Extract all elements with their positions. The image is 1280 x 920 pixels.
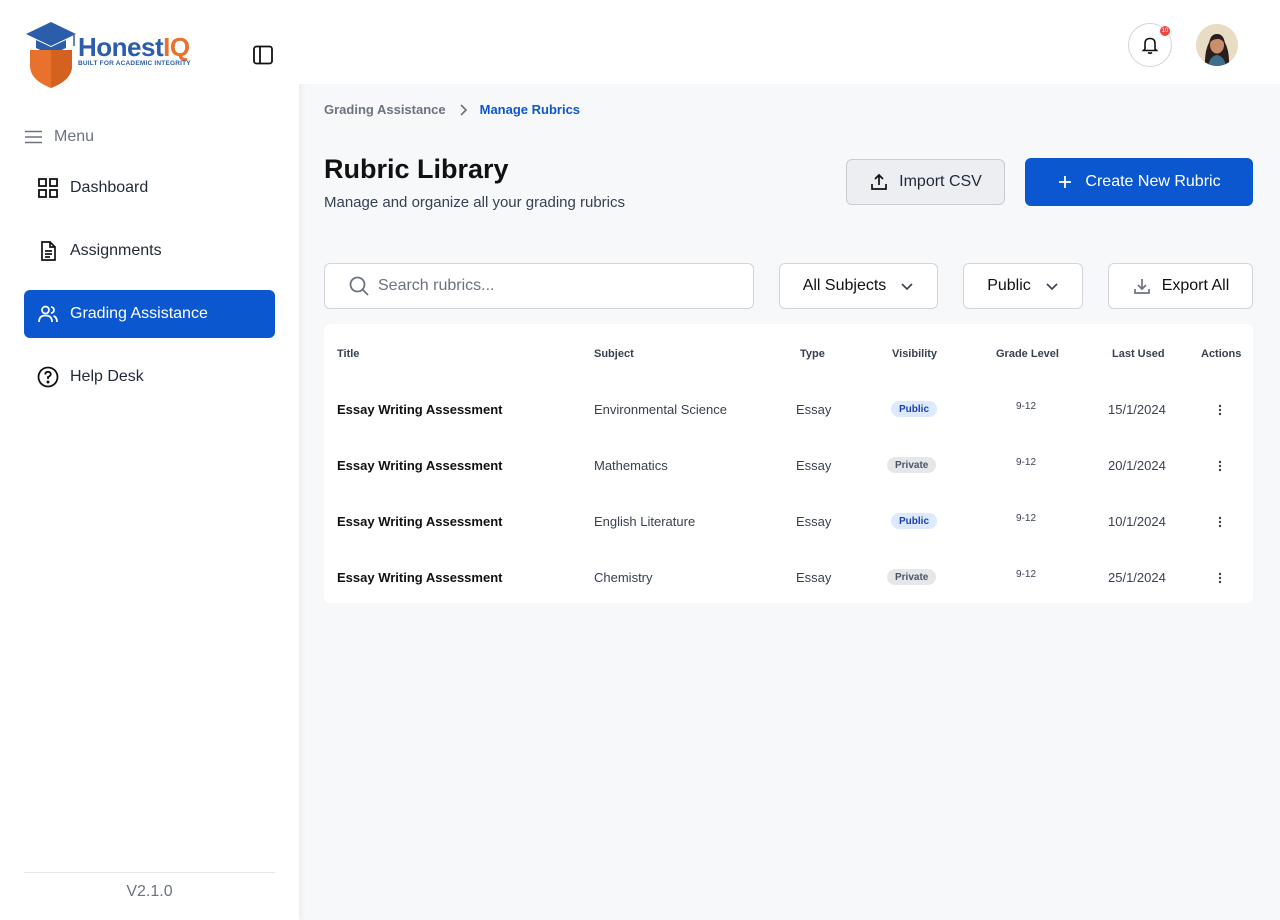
visibility-select-value: Public bbox=[987, 277, 1031, 294]
table-row[interactable]: Essay Writing Assessment Environmental S… bbox=[324, 382, 1253, 438]
chevron-right-icon bbox=[460, 103, 467, 116]
column-header-visibility[interactable]: Visibility bbox=[892, 348, 937, 360]
visibility-badge: Private bbox=[887, 457, 937, 473]
notification-button[interactable]: 10 bbox=[1128, 23, 1172, 67]
table-row[interactable]: Essay Writing Assessment English Literat… bbox=[324, 494, 1253, 550]
sidebar-nav: Dashboard Assignments Grading Assistance… bbox=[24, 164, 275, 416]
row-grade-level: 9-12 bbox=[1016, 513, 1037, 524]
sidebar-item-label: Assignments bbox=[70, 242, 162, 259]
breadcrumb-parent-link[interactable]: Grading Assistance bbox=[324, 102, 446, 117]
row-title: Essay Writing Assessment bbox=[337, 514, 503, 529]
row-last-used: 10/1/2024 bbox=[1108, 514, 1166, 529]
row-subject: Mathematics bbox=[594, 458, 668, 473]
chevron-down-icon bbox=[901, 283, 913, 291]
column-header-last-used[interactable]: Last Used bbox=[1112, 348, 1165, 360]
grid-icon bbox=[38, 178, 58, 198]
row-title: Essay Writing Assessment bbox=[337, 458, 503, 473]
brand-tagline: BUILT FOR ACADEMIC INTEGRITY bbox=[78, 60, 191, 67]
visibility-badge: Private bbox=[887, 569, 937, 585]
menu-label: Menu bbox=[24, 128, 94, 146]
brand-name-suffix: IQ bbox=[163, 32, 190, 62]
brand-name: HonestIQ bbox=[78, 32, 190, 62]
row-last-used: 15/1/2024 bbox=[1108, 402, 1166, 417]
create-rubric-button[interactable]: Create New Rubric bbox=[1025, 158, 1253, 206]
bell-icon bbox=[1141, 37, 1159, 55]
column-header-actions: Actions bbox=[1201, 348, 1242, 360]
search-box[interactable] bbox=[324, 263, 754, 309]
more-actions-icon[interactable] bbox=[1210, 456, 1230, 476]
row-title: Essay Writing Assessment bbox=[337, 570, 503, 585]
user-avatar-icon bbox=[1196, 24, 1238, 66]
brand-logo[interactable]: HonestIQ BUILT FOR ACADEMIC INTEGRITY bbox=[24, 20, 204, 92]
column-header-title[interactable]: Title bbox=[337, 348, 359, 360]
export-all-label: Export All bbox=[1161, 277, 1230, 294]
page-title: Rubric Library bbox=[324, 154, 509, 184]
version-label: V2.1.0 bbox=[126, 883, 173, 900]
hamburger-icon bbox=[25, 130, 42, 144]
search-input[interactable] bbox=[378, 277, 738, 295]
chevron-down-icon bbox=[1046, 283, 1058, 291]
row-type: Essay bbox=[796, 514, 832, 529]
table-row[interactable]: Essay Writing Assessment Chemistry Essay… bbox=[324, 550, 1253, 606]
row-subject: English Literature bbox=[594, 514, 696, 529]
sidebar-item-label: Help Desk bbox=[70, 368, 144, 385]
row-subject: Chemistry bbox=[594, 570, 653, 585]
create-rubric-label: Create New Rubric bbox=[1085, 173, 1221, 190]
column-header-subject[interactable]: Subject bbox=[594, 348, 634, 360]
plus-icon bbox=[1059, 176, 1072, 188]
graduation-shield-icon bbox=[26, 22, 76, 88]
notification-badge: 10 bbox=[1159, 25, 1171, 37]
upload-icon bbox=[871, 173, 888, 190]
breadcrumb: Grading Assistance Manage Rubrics bbox=[324, 102, 580, 117]
page-subtitle: Manage and organize all your grading rub… bbox=[324, 194, 626, 211]
document-icon bbox=[41, 241, 56, 261]
search-icon bbox=[349, 276, 369, 296]
visibility-badge: Public bbox=[891, 401, 938, 417]
more-actions-icon[interactable] bbox=[1210, 568, 1230, 588]
sidebar-item-assignments[interactable]: Assignments bbox=[24, 227, 275, 275]
row-type: Essay bbox=[796, 458, 832, 473]
row-subject: Environmental Science bbox=[594, 402, 727, 417]
import-csv-label: Import CSV bbox=[899, 173, 982, 190]
menu-label-text: Menu bbox=[54, 128, 95, 145]
table-row[interactable]: Essay Writing Assessment Mathematics Ess… bbox=[324, 438, 1253, 494]
sidebar-item-label: Dashboard bbox=[70, 179, 149, 196]
import-csv-button[interactable]: Import CSV bbox=[846, 159, 1005, 205]
sidebar-toggle-icon[interactable] bbox=[252, 44, 274, 66]
sidebar-item-help-desk[interactable]: Help Desk bbox=[24, 353, 275, 401]
row-grade-level: 9-12 bbox=[1016, 569, 1037, 580]
row-grade-level: 9-12 bbox=[1016, 401, 1037, 412]
sidebar: HonestIQ BUILT FOR ACADEMIC INTEGRITY Me… bbox=[0, 0, 299, 920]
row-type: Essay bbox=[796, 402, 832, 417]
sidebar-item-label: Grading Assistance bbox=[70, 305, 208, 322]
divider bbox=[24, 872, 275, 873]
breadcrumb-current[interactable]: Manage Rubrics bbox=[480, 102, 580, 117]
topbar: 10 bbox=[299, 0, 1280, 84]
row-last-used: 25/1/2024 bbox=[1108, 570, 1166, 585]
visibility-badge: Public bbox=[891, 513, 938, 529]
visibility-select[interactable]: Public bbox=[963, 263, 1083, 309]
column-header-grade-level[interactable]: Grade Level bbox=[996, 348, 1059, 360]
users-icon bbox=[38, 305, 58, 323]
more-actions-icon[interactable] bbox=[1210, 400, 1230, 420]
help-circle-icon bbox=[37, 366, 59, 388]
avatar[interactable] bbox=[1196, 24, 1238, 66]
subject-select-value: All Subjects bbox=[802, 277, 887, 294]
subject-select[interactable]: All Subjects bbox=[779, 263, 938, 309]
row-title: Essay Writing Assessment bbox=[337, 402, 503, 417]
download-icon bbox=[1133, 279, 1150, 294]
export-all-button[interactable]: Export All bbox=[1108, 263, 1253, 309]
column-header-type[interactable]: Type bbox=[800, 348, 825, 360]
sidebar-item-dashboard[interactable]: Dashboard bbox=[24, 164, 275, 212]
row-type: Essay bbox=[796, 570, 832, 585]
sidebar-item-grading-assistance[interactable]: Grading Assistance bbox=[24, 290, 275, 338]
rubrics-table: Title Subject Type Visibility Grade Leve… bbox=[324, 324, 1253, 603]
row-grade-level: 9-12 bbox=[1016, 457, 1037, 468]
row-last-used: 20/1/2024 bbox=[1108, 458, 1166, 473]
more-actions-icon[interactable] bbox=[1210, 512, 1230, 532]
